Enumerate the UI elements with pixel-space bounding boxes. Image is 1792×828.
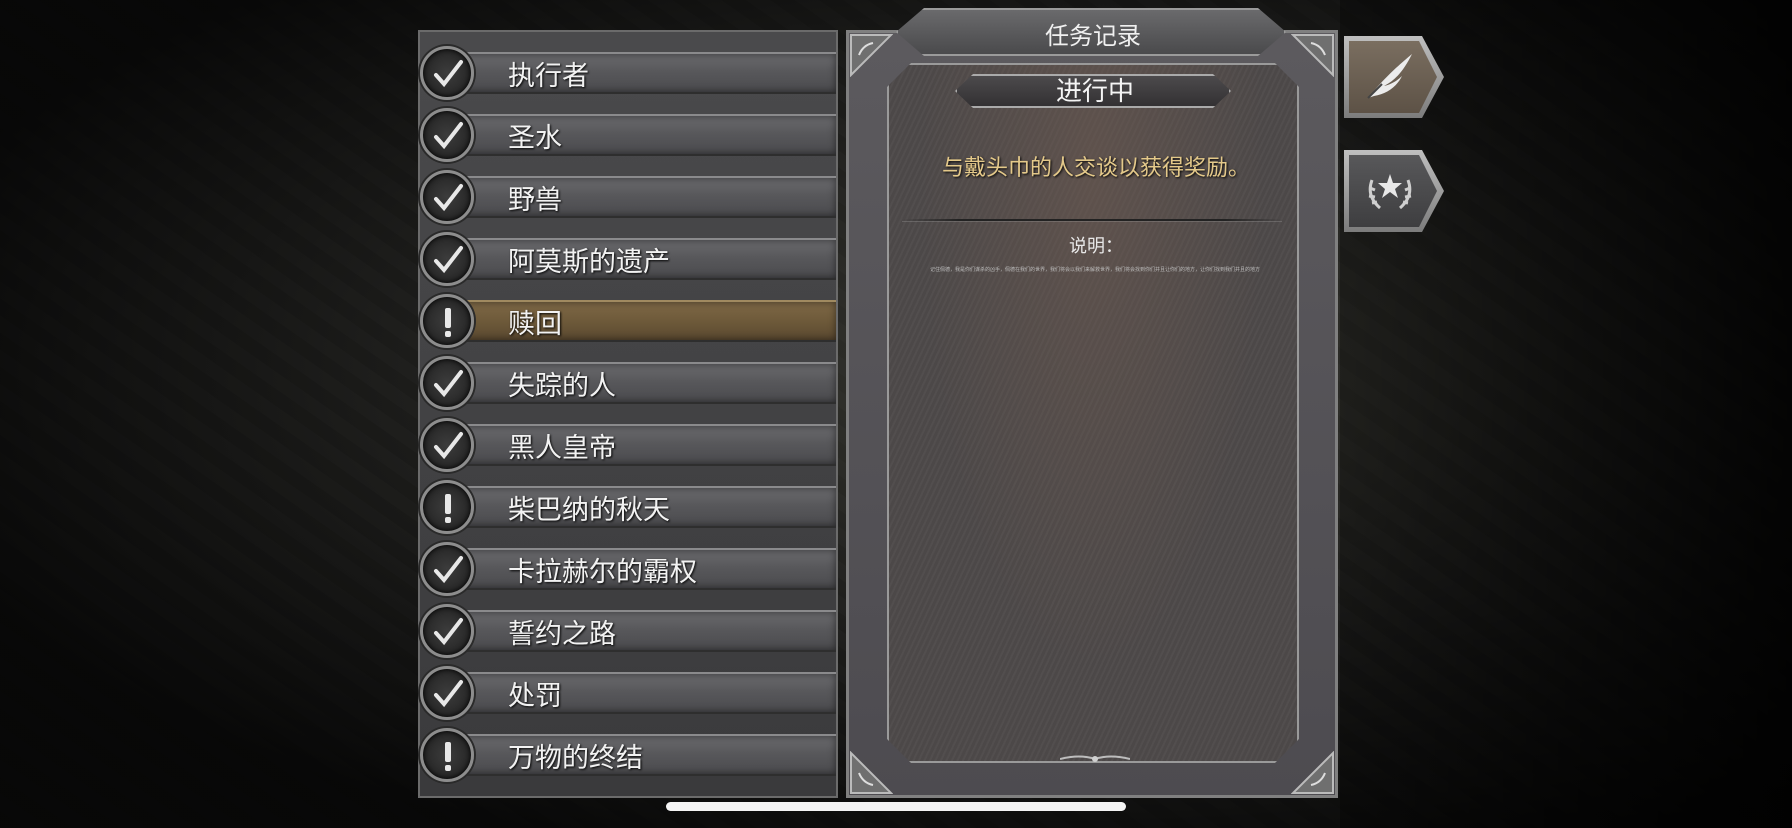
quest-label: 野兽: [508, 185, 562, 216]
quest-bar: [442, 424, 836, 466]
quest-bar: [442, 610, 836, 652]
checkmark-icon: [420, 356, 474, 410]
exclamation-icon: [420, 294, 474, 348]
checkmark-icon: [420, 46, 474, 100]
quest-item-autumn[interactable]: 柴巴纳的秋天: [420, 476, 840, 534]
quest-label: 柴巴纳的秋天: [508, 495, 670, 526]
quest-item-redemption[interactable]: 赎回: [420, 290, 840, 348]
quest-status-plate: 进行中: [955, 74, 1231, 108]
quest-bar: [442, 672, 836, 714]
tab-achievements[interactable]: [1344, 150, 1444, 232]
quest-item-amos-legacy[interactable]: 阿莫斯的遗产: [420, 228, 840, 286]
quest-item-executor[interactable]: 执行者: [420, 42, 840, 100]
checkmark-icon: [420, 666, 474, 720]
quest-label: 万物的终结: [508, 743, 643, 774]
quest-objective: 与戴头巾的人交谈以获得奖励。: [941, 156, 1250, 181]
quest-item-punishment[interactable]: 处罚: [420, 662, 840, 720]
quest-item-black-emperor[interactable]: 黑人皇帝: [420, 414, 840, 472]
quest-journal-panel: [846, 30, 1338, 798]
quest-bar-selected: [442, 300, 836, 342]
quest-label: 阿莫斯的遗产: [508, 247, 670, 278]
quest-bar: [442, 362, 836, 404]
corner-ornament-icon: [850, 34, 893, 77]
corner-ornament-icon: [850, 751, 893, 794]
checkmark-icon: [420, 108, 474, 162]
tab-quest-journal[interactable]: [1344, 36, 1444, 118]
quill-icon: [1367, 54, 1412, 99]
journal-title-plate: 任务记录: [896, 8, 1286, 56]
quest-label: 誓约之路: [508, 619, 616, 650]
journal-title: 任务记录: [1045, 22, 1141, 50]
quest-item-holy-water[interactable]: 圣水: [420, 104, 840, 162]
checkmark-icon: [420, 604, 474, 658]
quest-item-end-of-all[interactable]: 万物的终结: [420, 724, 840, 782]
quest-label: 处罚: [508, 681, 562, 712]
checkmark-icon: [420, 542, 474, 596]
home-indicator[interactable]: [666, 802, 1126, 811]
quest-item-oath-road[interactable]: 誓约之路: [420, 600, 840, 658]
quest-label: 执行者: [508, 61, 589, 92]
quest-label: 黑人皇帝: [508, 433, 616, 464]
laurel-star-icon: [1368, 174, 1412, 210]
quest-list: 执行者 圣水 野兽 阿莫斯的遗产 赎回 失踪的人 黑人皇帝 柴巴纳的秋天 卡拉赫…: [418, 30, 838, 798]
quest-label: 卡拉赫尔的霸权: [508, 557, 697, 588]
checkmark-icon: [420, 418, 474, 472]
quest-status: 进行中: [1055, 77, 1134, 107]
corner-ornament-icon: [1291, 34, 1334, 77]
description-text: 记住佩德，我是你们谋杀的凶手，佩德在我们的世界，我们将会以我们来解救世界，我们将…: [930, 267, 1260, 273]
quest-item-beast[interactable]: 野兽: [420, 166, 840, 224]
exclamation-icon: [420, 728, 474, 782]
quest-label: 失踪的人: [508, 371, 616, 402]
quest-label: 赎回: [508, 309, 562, 340]
quest-item-hegemony[interactable]: 卡拉赫尔的霸权: [420, 538, 840, 596]
divider: [902, 219, 1282, 221]
quest-bar: [442, 176, 836, 218]
exclamation-icon: [420, 480, 474, 534]
checkmark-icon: [420, 232, 474, 286]
corner-ornament-icon: [1291, 751, 1334, 794]
description-label: 说明：: [1069, 236, 1123, 257]
quest-bar: [442, 52, 836, 94]
checkmark-icon: [420, 170, 474, 224]
quest-item-missing-person[interactable]: 失踪的人: [420, 352, 840, 410]
quest-bar: [442, 114, 836, 156]
bottom-ornament-icon: [1060, 755, 1130, 762]
background-shadow: [1340, 0, 1792, 828]
quest-label: 圣水: [508, 123, 562, 154]
